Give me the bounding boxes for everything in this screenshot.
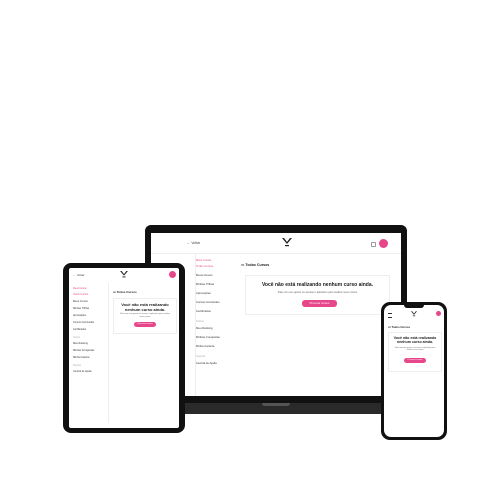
browse-courses-button[interactable]: Procurar cursos xyxy=(134,322,156,327)
sidebar-item-label: Todos Cursos xyxy=(196,264,214,268)
sidebar-item-label: Minhas Conquistas xyxy=(196,335,220,339)
empty-state-subtext: Fale com seu gestor ou acesse o aplicati… xyxy=(394,347,436,352)
sidebar-section-main: Meus Cursos xyxy=(196,259,212,262)
sidebar-section-extra: Outros xyxy=(196,320,204,323)
browse-courses-button[interactable]: Procurar cursos xyxy=(302,300,337,307)
menu-icon[interactable] xyxy=(388,313,392,318)
sidebar-item-certificados[interactable]: Certificados xyxy=(73,328,86,331)
sidebar-item-label: Todos Cursos xyxy=(73,293,89,296)
sidebar-section-help: Suporte xyxy=(73,365,82,367)
empty-state-card: Você não está realizando nenhum curso ai… xyxy=(245,275,390,315)
back-link[interactable]: ← Voltar xyxy=(73,273,85,277)
sidebar-item-ranking[interactable]: Meu Ranking xyxy=(73,342,88,345)
sidebar-item-cursos-concluidos[interactable]: Cursos Concluídos xyxy=(196,300,220,304)
sidebar-section-help: Suporte xyxy=(196,355,206,358)
sidebar-item-label: Central de Ajuda xyxy=(73,370,92,373)
tablet-device: ← Voltar Meus Cursos Todos Cursos Meus C… xyxy=(63,263,185,433)
page-title-text: Todos Cursos xyxy=(391,325,411,329)
back-arrow-icon: ← xyxy=(187,241,191,245)
sidebar-section-extra: Outros xyxy=(73,337,80,339)
sidebar-item-certificados[interactable]: Certificados xyxy=(196,309,211,313)
page-title: ▭ Todos Cursos xyxy=(113,290,137,294)
courses-icon: ▭ xyxy=(241,263,245,267)
browse-courses-label: Procurar cursos xyxy=(137,323,153,325)
sidebar-item-carteira[interactable]: Minha Carteira xyxy=(73,356,89,359)
brand-logo xyxy=(282,238,292,247)
browse-courses-label: Procurar cursos xyxy=(407,359,423,361)
notification-bell-icon[interactable] xyxy=(371,242,376,247)
sidebar-item-conquistas[interactable]: Minhas Conquistas xyxy=(196,335,220,339)
sidebar-item-meus-cursos[interactable]: Meus Cursos xyxy=(73,300,88,303)
empty-state-subtext: Fale com seu gestor ou acesse o aplicati… xyxy=(119,313,171,318)
back-label: Voltar xyxy=(191,241,201,245)
sidebar-item-label: Central de Ajuda xyxy=(196,361,217,365)
laptop-notch xyxy=(262,403,290,406)
empty-state-heading: Você não está realizando nenhum curso ai… xyxy=(261,282,374,288)
courses-icon: ▭ xyxy=(113,290,116,294)
phone-notch xyxy=(404,305,424,308)
sidebar-item-todos-cursos[interactable]: Todos Cursos xyxy=(73,293,88,296)
brand-logo xyxy=(120,271,128,278)
sidebar-item-label: Minha Carteira xyxy=(196,344,215,348)
sidebar-item-cursos-concluidos[interactable]: Cursos Concluídos xyxy=(73,321,94,324)
sidebar-item-label: Aprovações xyxy=(196,291,211,295)
sidebar-item-minhas-trilhas[interactable]: Minhas Trilhas xyxy=(196,282,214,286)
sidebar-item-label: Meus Cursos xyxy=(73,300,88,303)
empty-state-heading: Você não está realizando nenhum curso ai… xyxy=(121,302,169,312)
sidebar-item-label: Certificados xyxy=(73,328,87,331)
page-title: ▭ Todos Cursos xyxy=(241,263,269,267)
sidebar-item-carteira[interactable]: Minha Carteira xyxy=(196,344,214,348)
sidebar-item-label: Minha Carteira xyxy=(73,356,90,359)
topbar: ← Voltar xyxy=(151,233,401,254)
sidebar-item-meus-cursos[interactable]: Meus Cursos xyxy=(196,273,212,277)
sidebar-item-minhas-trilhas[interactable]: Minhas Trilhas xyxy=(73,307,89,310)
back-link[interactable]: ← Voltar xyxy=(187,241,200,245)
sidebar-item-label: Meu Ranking xyxy=(196,326,213,330)
sidebar-item-label: Meus Cursos xyxy=(196,273,213,277)
sidebar-item-label: Minhas Trilhas xyxy=(196,282,215,286)
sidebar-divider xyxy=(108,283,109,423)
empty-state-card: Você não está realizando nenhum curso ai… xyxy=(388,332,442,372)
sidebar-item-label: Cursos Concluídos xyxy=(73,321,95,324)
phone-screen: ▭ Todos Cursos Você não está realizando … xyxy=(384,305,444,437)
sidebar-item-label: Minhas Conquistas xyxy=(73,349,95,352)
laptop-screen: ← Voltar Meus Cursos Todos Cursos Meus C… xyxy=(151,233,401,396)
sidebar-item-label: Cursos Concluídos xyxy=(196,300,220,304)
user-avatar[interactable] xyxy=(169,271,176,278)
brand-logo xyxy=(411,311,417,317)
sidebar-item-ajuda[interactable]: Central de Ajuda xyxy=(73,370,92,373)
sidebar-item-conquistas[interactable]: Minhas Conquistas xyxy=(73,349,94,352)
tablet-screen: ← Voltar Meus Cursos Todos Cursos Meus C… xyxy=(69,268,179,428)
back-label: Voltar xyxy=(76,273,85,277)
browse-courses-label: Procurar cursos xyxy=(309,301,330,305)
sidebar-item-aprovacoes[interactable]: Aprovações xyxy=(73,314,86,317)
user-avatar[interactable] xyxy=(436,311,441,316)
user-avatar[interactable] xyxy=(379,239,388,248)
empty-state-subtext: Fale com seu gestor ou acesse o aplicati… xyxy=(277,291,358,294)
sidebar-item-ranking[interactable]: Meu Ranking xyxy=(196,326,212,330)
page-title-text: Todos Cursos xyxy=(245,263,270,267)
sidebar-item-ajuda[interactable]: Central de Ajuda xyxy=(196,361,217,365)
sidebar-item-label: Meu Ranking xyxy=(73,342,88,345)
empty-state-heading: Você não está realizando nenhum curso ai… xyxy=(393,336,437,345)
sidebar-section-main: Meus Cursos xyxy=(73,288,87,290)
empty-state-card: Você não está realizando nenhum curso ai… xyxy=(113,298,177,334)
page-title: ▭ Todos Cursos xyxy=(388,325,410,329)
sidebar-item-label: Minhas Trilhas xyxy=(73,307,90,310)
sidebar-item-label: Certificados xyxy=(196,309,211,313)
sidebar-item-label: Aprovações xyxy=(73,314,87,317)
sidebar-item-aprovacoes[interactable]: Aprovações xyxy=(196,291,211,295)
browse-courses-button[interactable]: Procurar cursos xyxy=(404,358,426,363)
page-title-text: Todos Cursos xyxy=(116,290,137,294)
back-arrow-icon: ← xyxy=(73,273,76,277)
phone-device: ▭ Todos Cursos Você não está realizando … xyxy=(381,302,447,440)
sidebar-item-todos-cursos[interactable]: Todos Cursos xyxy=(196,264,213,268)
